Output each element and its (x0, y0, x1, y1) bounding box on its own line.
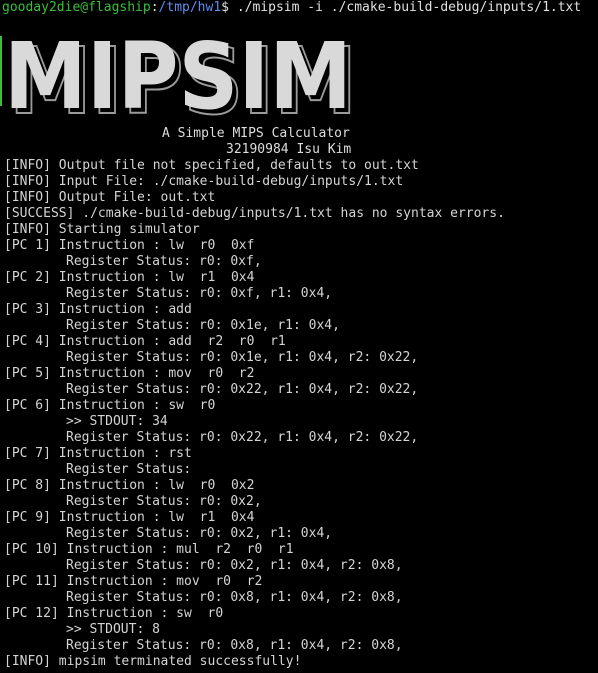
log-line: Register Status: r0: 0x22, r1: 0x4, r2: … (66, 382, 419, 397)
log-line: [PC 12] Instruction : sw r0 (4, 606, 224, 621)
log-line: [PC 4] Instruction : add r2 r0 r1 (4, 334, 286, 349)
log-line: Register Status: r0: 0x22, r1: 0x4, r2: … (66, 430, 419, 445)
prompt-user-host: gooday2die@flagship (2, 0, 151, 15)
log-line: Register Status: r0: 0xf, r1: 0x4, (66, 286, 333, 301)
banner-author: 32190984 Isu Kim (226, 142, 352, 157)
log-line: [PC 1] Instruction : lw r0 0xf (4, 238, 255, 253)
log-line: >> STDOUT: 8 (66, 622, 160, 637)
log-line: [PC 2] Instruction : lw r1 0x4 (4, 270, 255, 285)
log-line: [PC 8] Instruction : lw r0 0x2 (4, 478, 255, 493)
banner-logo: MIPSIM MIPSIM (4, 23, 358, 124)
log-line: Register Status: r0: 0x8, r1: 0x4, r2: 0… (66, 638, 403, 653)
shell-prompt-line: gooday2die@flagship:/tmp/hw1$ ./mipsim -… (2, 0, 581, 16)
log-line: [INFO] mipsim terminated successfully! (4, 654, 302, 669)
log-line: Register Status: r0: 0x2, r1: 0x4, r2: 0… (66, 558, 403, 573)
log-line: [PC 6] Instruction : sw r0 (4, 398, 216, 413)
banner-subtitle: A Simple MIPS Calculator (162, 126, 350, 141)
log-line: [PC 5] Instruction : mov r0 r2 (4, 366, 255, 381)
log-line: [INFO] Output file not specified, defaul… (4, 158, 419, 173)
prompt-command: ./mipsim -i ./cmake-build-debug/inputs/1… (236, 0, 582, 15)
log-line: >> STDOUT: 34 (66, 414, 168, 429)
banner-text: MIPSIM (4, 23, 352, 124)
ascii-banner: MIPSIM MIPSIM (0, 20, 598, 124)
terminal-window[interactable]: gooday2die@flagship:/tmp/hw1$ ./mipsim -… (0, 0, 598, 673)
log-line: Register Status: r0: 0x2, (66, 494, 262, 509)
log-line: [PC 11] Instruction : mov r0 r2 (4, 574, 263, 589)
prompt-path: /tmp/hw1 (158, 0, 222, 15)
prompt-symbol: $ (221, 0, 229, 15)
log-line: Register Status: r0: 0xf, (66, 254, 262, 269)
log-line: Register Status: (66, 462, 192, 477)
log-line: [PC 10] Instruction : mul r2 r0 r1 (4, 542, 294, 557)
log-line: Register Status: r0: 0x1e, r1: 0x4, (66, 318, 340, 333)
prompt-separator: : (150, 0, 159, 15)
log-line: [INFO] Input File: ./cmake-build-debug/i… (4, 174, 404, 189)
log-line: [PC 7] Instruction : rst (4, 446, 192, 461)
log-line: [INFO] Output File: out.txt (4, 190, 216, 205)
output-log: [INFO] Output file not specified, defaul… (4, 158, 505, 670)
log-line: Register Status: r0: 0x2, r1: 0x4, (66, 526, 333, 541)
log-line: Register Status: r0: 0x1e, r1: 0x4, r2: … (66, 350, 419, 365)
log-line: [PC 3] Instruction : add (4, 302, 192, 317)
log-line: [INFO] Starting simulator (4, 222, 200, 237)
log-line: Register Status: r0: 0x8, r1: 0x4, r2: 0… (66, 590, 403, 605)
log-line: [SUCCESS] ./cmake-build-debug/inputs/1.t… (4, 206, 505, 221)
log-line: [PC 9] Instruction : lw r1 0x4 (4, 510, 255, 525)
